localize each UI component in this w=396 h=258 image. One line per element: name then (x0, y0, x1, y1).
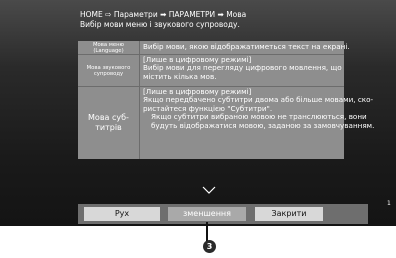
audio-language-row[interactable]: Мова звукового супроводу [Лише в цифрово… (78, 55, 344, 87)
row-description: [Лише в цифровому режимі] Вибір мови для… (143, 55, 342, 81)
desc-line: будуть відображатися мовою, заданою за з… (151, 120, 375, 130)
row-name: Мова суб-титрів (78, 87, 140, 159)
breadcrumb-item-mova: Мова (226, 10, 247, 19)
desc-line: Вибір мови, якою відображатиметься текст… (143, 42, 350, 51)
breadcrumb-arrow-icon: ➡ (160, 10, 169, 19)
row-description: Вибір мови, якою відображатиметься текст… (143, 42, 350, 51)
breadcrumb-item-parametry-caps[interactable]: ПАРАМЕТРИ (169, 10, 215, 19)
callout-line (206, 222, 208, 241)
breadcrumb: HOME ⇨ Параметри ➡ ПАРАМЕТРИ ➡ Мова (80, 10, 380, 20)
breadcrumb-separator-icon: ⇨ (105, 10, 114, 19)
header: HOME ⇨ Параметри ➡ ПАРАМЕТРИ ➡ Мова Вибі… (80, 10, 380, 30)
row-name: Мова звукового супроводу (78, 55, 140, 86)
settings-panel: Мова меню (Language) Вибір мови, якою ві… (78, 41, 375, 159)
chevron-down-icon[interactable] (202, 186, 216, 194)
desc-line: містить кілька мов. (143, 71, 217, 81)
move-button[interactable]: Рух (84, 207, 160, 221)
subtitle-language-row[interactable]: Мова суб-титрів [Лише в цифровому режимі… (78, 87, 375, 159)
tv-screen: HOME ⇨ Параметри ➡ ПАРАМЕТРИ ➡ Мова Вибі… (0, 0, 396, 226)
row-description: [Лише в цифровому режимі] Якщо передбаче… (143, 87, 375, 130)
close-button[interactable]: Закрити (255, 207, 323, 221)
menu-language-row[interactable]: Мова меню (Language) Вибір мови, якою ві… (78, 41, 350, 55)
page-number: 1 (387, 200, 391, 207)
row-name: Мова меню (Language) (78, 41, 140, 54)
reduce-button[interactable]: зменшення (168, 207, 246, 221)
breadcrumb-item-parametry[interactable]: Параметри (114, 10, 158, 19)
page-subtitle: Вибір мови меню і звукового супроводу. (80, 20, 240, 29)
callout-number: 3 (203, 240, 216, 253)
breadcrumb-home[interactable]: HOME (80, 10, 103, 19)
breadcrumb-arrow-icon: ➡ (217, 10, 227, 19)
